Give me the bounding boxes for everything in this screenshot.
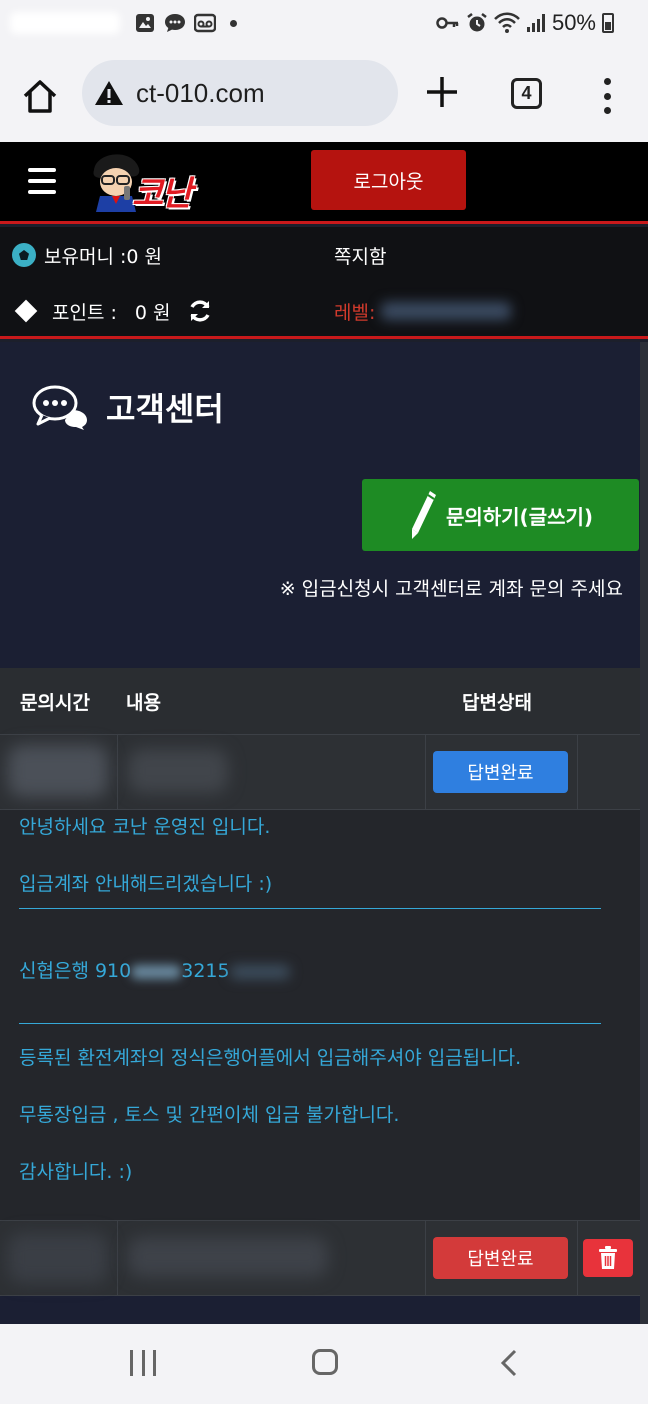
inquiry-content-cell[interactable] [118,735,426,809]
bank-account-line: 신협은행 910 3215 [19,956,290,983]
url-text: ct-010.com [136,77,265,108]
soccer-ball-icon [12,243,36,267]
level-label: 레벨: [334,301,376,324]
answer-line: 안녕하세요 코난 운영진 입니다. [19,816,271,838]
key-icon [436,17,459,29]
back-icon[interactable] [498,1348,520,1378]
logo-text: 코난 [132,174,193,214]
answer-line: 감사합니다. :) [19,1161,133,1183]
answer-line: 입금계좌 안내해드리겠습니다 :) [19,873,273,895]
chat-bubbles-icon [32,385,87,430]
answer-complete-badge[interactable]: 답변완료 [433,751,568,793]
recent-apps-icon[interactable] [130,1350,156,1376]
logout-button[interactable]: 로그아웃 [311,150,466,210]
home-nav-icon[interactable] [312,1349,338,1375]
gallery-icon [134,12,156,34]
not-secure-warning-icon[interactable] [94,79,124,107]
answer-line: 등록된 환전계좌의 정식은행어플에서 입금해주셔야 입금됩니다. [19,1047,522,1069]
status-bar: 50% [0,0,648,50]
battery-icon [602,13,614,33]
level-value-obscured [381,302,512,320]
wifi-icon [494,12,520,33]
divider [19,908,601,909]
browser-toolbar: ct-010.com 4 [0,50,648,142]
table-row[interactable]: 답변완료 [0,734,640,810]
chat-notification-icon [164,12,186,34]
answer-content: 안녕하세요 코난 운영진 입니다. 입금계좌 안내해드리겠습니다 :) 신협은행… [0,810,640,1220]
notification-icons [134,12,237,34]
points-label: 포인트 : [52,301,117,324]
write-inquiry-button[interactable]: 문의하기(글쓰기) [362,479,639,551]
scrollbar[interactable] [640,342,648,1324]
table-row[interactable]: 답변완료 [0,1220,640,1296]
hamburger-menu-icon[interactable] [28,168,56,194]
answer-complete-badge[interactable]: 답변완료 [433,1237,568,1279]
table-header: 문의시간 내용 답변상태 [0,668,640,734]
account-obscured-tail [229,964,290,979]
delete-button[interactable] [583,1239,633,1277]
site-header: 코난 로그아웃 [0,142,648,224]
column-header-content: 내용 [126,691,161,714]
refresh-icon[interactable] [187,298,213,324]
new-tab-icon[interactable] [424,74,460,110]
site-logo[interactable]: 코난 [86,148,218,214]
points-value: 0 원 [134,301,171,324]
bank-name: 신협은행 910 [19,960,132,982]
inquiry-content-cell[interactable] [118,1221,426,1295]
status-cell: 답변완료 [426,735,578,809]
deposit-notice: ※ 입금신청시 고객센터로 계좌 문의 주세요 [279,578,623,600]
status-time-obscured [10,8,120,38]
tab-switcher-button[interactable]: 4 [511,78,542,109]
browser-menu-icon[interactable] [598,78,616,114]
signal-icon [526,14,545,32]
column-header-time: 문의시간 [20,691,90,714]
account-info-strip: 보유머니 :0 원 쪽지함 포인트 : 0 원 레벨: [0,227,648,339]
more-notifications-dot [230,19,237,27]
inquiry-time-cell [0,735,118,809]
battery-percent: 50% [551,10,596,35]
diamond-icon [14,299,38,323]
home-icon[interactable] [20,76,60,116]
system-navigation-bar [0,1324,648,1404]
account-suffix: 3215 [181,960,230,982]
money-balance: 보유머니 :0 원 [44,245,162,268]
divider [19,1023,601,1024]
status-cell: 답변완료 [426,1221,578,1295]
page-title: 고객센터 [32,384,224,430]
answer-line: 무통장입금 , 토스 및 간편이체 입금 불가합니다. [19,1104,400,1126]
address-bar[interactable]: ct-010.com [82,60,398,126]
inquiry-time-cell [0,1221,118,1295]
trash-icon [599,1246,617,1269]
message-box-link[interactable]: 쪽지함 [334,242,386,269]
write-inquiry-label: 문의하기(글쓰기) [445,504,594,529]
column-header-status: 답변상태 [462,691,532,714]
voicemail-icon [194,12,216,34]
alarm-icon [467,13,487,32]
page-title-text: 고객센터 [106,390,224,428]
pencil-icon [411,491,436,539]
customer-center-panel: 고객센터 문의하기(글쓰기) ※ 입금신청시 고객센터로 계좌 문의 주세요 문… [0,342,640,1324]
account-obscured [131,964,182,979]
system-icons: 50% [436,10,614,36]
